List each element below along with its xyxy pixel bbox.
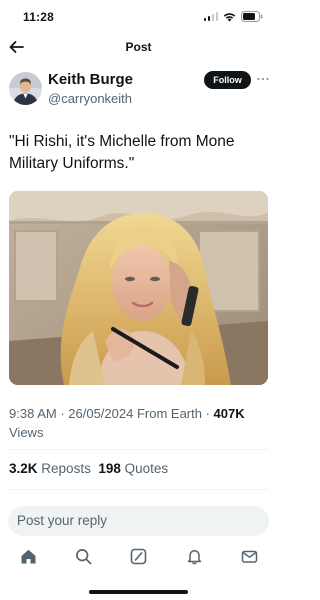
tab-messages[interactable] [239, 546, 259, 566]
cellular-signal-icon [203, 12, 218, 21]
tab-search[interactable] [73, 546, 93, 566]
messages-icon [241, 550, 257, 563]
top-navigation: Post [0, 36, 277, 62]
notifications-icon [187, 549, 201, 564]
status-bar: 11:28 [0, 0, 277, 36]
tab-notifications[interactable] [184, 546, 204, 566]
meta-separator: · [201, 406, 214, 421]
home-indicator[interactable] [89, 590, 188, 594]
post-date: 26/05/2024 [68, 406, 134, 421]
post-meta: 9:38 AM · 26/05/2024 From Earth · 407K Vi… [9, 404, 271, 442]
views-label: Views [9, 425, 44, 440]
bottom-tab-bar [0, 546, 277, 570]
post-time: 9:38 AM [9, 406, 57, 421]
post-image[interactable] [9, 191, 268, 385]
search-icon [75, 548, 91, 564]
post-text: "Hi Rishi, it's Michelle from Mone Milit… [9, 133, 235, 172]
battery-icon [241, 11, 263, 22]
more-options-icon[interactable] [256, 74, 270, 84]
tab-home[interactable] [18, 546, 38, 566]
grok-icon [130, 548, 146, 564]
reply-placeholder: Post your reply [17, 513, 108, 528]
post-stats: 3.2K Reposts 198 Quotes [9, 461, 168, 476]
quotes-count[interactable]: 198 [98, 461, 121, 476]
views-count: 407K [213, 406, 245, 421]
divider [9, 489, 268, 490]
avatar[interactable] [9, 72, 42, 105]
divider [9, 449, 268, 450]
status-time: 11:28 [23, 10, 55, 24]
reposts-label[interactable]: Reposts [41, 461, 91, 476]
quotes-label[interactable]: Quotes [125, 461, 169, 476]
reply-input[interactable]: Post your reply [8, 506, 269, 536]
post-source: From Earth [133, 406, 202, 421]
page-title: Post [125, 40, 152, 54]
wifi-icon [223, 12, 236, 22]
home-icon [21, 549, 35, 563]
follow-button[interactable]: Follow [204, 71, 251, 89]
author-name[interactable]: Keith Burge [48, 71, 133, 88]
status-icons [203, 11, 264, 22]
meta-separator: · [56, 406, 69, 421]
author-handle[interactable]: @carryonkeith [48, 91, 132, 106]
reposts-count[interactable]: 3.2K [9, 461, 38, 476]
tab-grok[interactable] [128, 546, 148, 566]
